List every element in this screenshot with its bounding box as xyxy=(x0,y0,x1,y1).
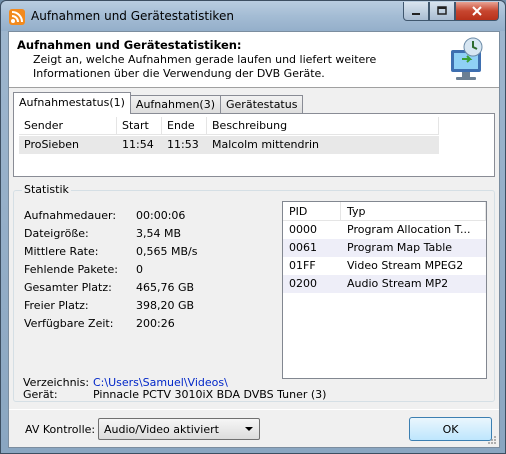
column-header-pid[interactable]: PID xyxy=(283,202,341,220)
minimize-button[interactable] xyxy=(403,2,429,21)
stat-value: 0,565 MB/s xyxy=(136,244,198,258)
close-button[interactable] xyxy=(455,2,499,21)
pid-value: 01FF xyxy=(289,259,316,272)
pid-header-row: PID Typ xyxy=(283,202,486,221)
resize-grip-icon[interactable] xyxy=(487,435,497,445)
chevron-down-icon xyxy=(245,427,253,431)
tab-aufnahmen[interactable]: Aufnahmen(3) xyxy=(129,95,222,114)
close-icon xyxy=(472,6,482,16)
recording-monitor-icon xyxy=(451,37,483,80)
statistik-legend: Statistik xyxy=(22,183,71,196)
tab-strip: Aufnahmestatus(1) Aufnahmen(3) Gerätesta… xyxy=(13,92,304,114)
dialog-header: Aufnahmen und Gerätestatistiken: Zeigt a… xyxy=(9,32,499,88)
column-header-sender[interactable]: Sender xyxy=(19,117,117,134)
geraet-value: Pinnacle PCTV 3010iX BDA DVBS Tuner (3) xyxy=(93,388,327,401)
cell-beschreibung: Malcolm mittendrin xyxy=(212,138,320,151)
stat-label: Gesamter Platz: xyxy=(24,280,112,294)
dialog-client-area: Aufnahmen und Gerätestatistiken: Zeigt a… xyxy=(8,31,500,448)
list-item[interactable]: 0000 Program Allocation T... xyxy=(283,221,486,239)
info-section: Verzeichnis: C:\Users\Samuel\Videos\ Ger… xyxy=(23,377,326,401)
stat-value: 3,54 MB xyxy=(136,226,182,240)
stat-label: Verfügbare Zeit: xyxy=(24,316,114,330)
recordings-table[interactable]: Sender Start Ende Beschreibung ProSieben… xyxy=(19,117,439,154)
cell-sender: ProSieben xyxy=(24,138,79,151)
pid-type: Video Stream MPEG2 xyxy=(347,259,464,272)
recordings-header-row: Sender Start Ende Beschreibung xyxy=(19,117,439,135)
window-title: Aufnahmen und Gerätestatistiken xyxy=(31,9,234,23)
stat-dateigroesse: Dateigröße: 3,54 MB xyxy=(24,224,264,242)
stat-label: Dateigröße: xyxy=(24,226,89,240)
stat-value: 00:00:06 xyxy=(136,208,186,222)
header-description: Zeigt an, welche Aufnahmen gerade laufen… xyxy=(33,53,377,80)
stat-gesamter-platz: Gesamter Platz: 465,76 GB xyxy=(24,278,264,296)
divider xyxy=(9,409,499,410)
pid-value: 0200 xyxy=(289,277,317,290)
av-kontrolle-label: AV Kontrolle: xyxy=(25,423,96,436)
stat-label: Fehlende Pakete: xyxy=(24,262,118,276)
tab-aufnahmestatus[interactable]: Aufnahmestatus(1) xyxy=(13,92,131,114)
list-item[interactable]: 0061 Program Map Table xyxy=(283,239,486,257)
list-item[interactable]: 0200 Audio Stream MP2 xyxy=(283,275,486,293)
header-title: Aufnahmen und Gerätestatistiken: xyxy=(17,38,242,52)
ok-button[interactable]: OK xyxy=(409,417,492,441)
av-kontrolle-selected: Audio/Video aktiviert xyxy=(104,423,219,436)
stat-aufnahmedauer: Aufnahmedauer: 00:00:06 xyxy=(24,206,264,224)
list-item[interactable]: 01FF Video Stream MPEG2 xyxy=(283,257,486,275)
dialog-window: Aufnahmen und Gerätestatistiken Aufnahme… xyxy=(0,0,506,454)
pid-type: Program Allocation T... xyxy=(347,223,471,236)
statistik-group: Statistik Aufnahmedauer: 00:00:06 Dateig… xyxy=(13,183,495,402)
geraet-row: Gerät: Pinnacle PCTV 3010iX BDA DVBS Tun… xyxy=(23,389,326,401)
stat-label: Aufnahmedauer: xyxy=(24,208,117,222)
cell-start: 11:54 xyxy=(122,138,154,151)
statistik-list: Aufnahmedauer: 00:00:06 Dateigröße: 3,54… xyxy=(24,206,264,332)
maximize-icon xyxy=(437,6,447,15)
column-header-start[interactable]: Start xyxy=(117,117,162,134)
pid-list[interactable]: PID Typ 0000 Program Allocation T... 006… xyxy=(282,201,487,379)
column-header-ende[interactable]: Ende xyxy=(162,117,207,134)
geraet-label: Gerät: xyxy=(23,388,58,401)
stat-mittlere-rate: Mittlere Rate: 0,565 MB/s xyxy=(24,242,264,260)
stat-value: 0 xyxy=(136,262,143,276)
tab-geraetestatus[interactable]: Gerätestatus xyxy=(220,95,304,114)
pid-type: Program Map Table xyxy=(347,241,453,254)
stat-value: 200:26 xyxy=(136,316,175,330)
pid-type: Audio Stream MP2 xyxy=(347,277,449,290)
rss-feed-icon xyxy=(9,9,25,25)
table-row[interactable]: ProSieben 11:54 11:53 Malcolm mittendrin xyxy=(19,136,439,154)
stat-freier-platz: Freier Platz: 398,20 GB xyxy=(24,296,264,314)
pid-value: 0061 xyxy=(289,241,317,254)
cell-ende: 11:53 xyxy=(167,138,199,151)
stat-label: Freier Platz: xyxy=(24,298,89,312)
stat-value: 465,76 GB xyxy=(136,280,195,294)
column-header-typ[interactable]: Typ xyxy=(341,202,486,220)
stat-fehlende-pakete: Fehlende Pakete: 0 xyxy=(24,260,264,278)
minimize-icon xyxy=(412,13,420,15)
stat-label: Mittlere Rate: xyxy=(24,244,99,258)
stat-value: 398,20 GB xyxy=(136,298,195,312)
column-header-beschreibung[interactable]: Beschreibung xyxy=(207,117,439,134)
maximize-button[interactable] xyxy=(429,2,455,21)
recordings-panel: Sender Start Ende Beschreibung ProSieben… xyxy=(13,113,495,177)
av-kontrolle-dropdown[interactable]: Audio/Video aktiviert xyxy=(98,418,260,440)
title-bar[interactable]: Aufnahmen und Gerätestatistiken xyxy=(1,1,505,31)
pid-value: 0000 xyxy=(289,223,317,236)
stat-verfuegbare-zeit: Verfügbare Zeit: 200:26 xyxy=(24,314,264,332)
caption-buttons xyxy=(403,2,499,22)
